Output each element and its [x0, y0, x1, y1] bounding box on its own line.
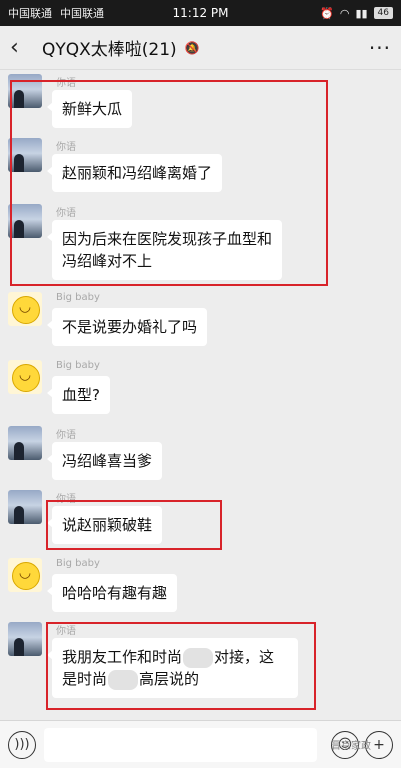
back-arrow-icon[interactable]: ‹ — [10, 35, 34, 60]
highlight-box — [46, 622, 316, 710]
message-bubble[interactable]: 哈哈哈有趣有趣 — [46, 574, 178, 612]
watermark: 晋京家政 — [331, 741, 371, 752]
clock: 11:12 PM — [172, 6, 229, 20]
chat-title: QYQX太棒啦(21) — [42, 40, 177, 60]
chat-header: ‹ QYQX太棒啦(21) 🔕 ··· — [0, 26, 401, 70]
avatar[interactable]: ◡ — [8, 292, 42, 326]
message-text: 冯绍峰喜当爹 — [62, 452, 153, 470]
voice-icon[interactable]: ))) — [8, 730, 36, 759]
more-icon[interactable]: ··· — [369, 36, 391, 60]
highlight-box — [10, 80, 328, 286]
mute-icon: 🔕 — [184, 40, 200, 55]
avatar[interactable] — [8, 622, 42, 656]
smile-icon: ◡ — [18, 299, 32, 315]
avatar[interactable] — [8, 490, 42, 524]
sender-name: Big baby — [56, 360, 100, 371]
sender-name: 你语 — [56, 430, 76, 441]
message-input[interactable] — [44, 727, 317, 762]
sender-name: Big baby — [56, 292, 100, 303]
sender-name: Big baby — [56, 558, 100, 569]
message-list[interactable]: 你语 新鲜大瓜 你语 赵丽颖和冯绍峰离婚了 你语 因为后来在医院发现孩子血型和 … — [0, 70, 401, 720]
status-bar: 中国联通 中国联通 11:12 PM ⏰ ◠ ▮▮ 46 — [0, 0, 401, 26]
message-text: 血型? — [62, 386, 100, 404]
message-text: 不是说要办婚礼了吗 — [62, 318, 198, 336]
avatar[interactable] — [8, 426, 42, 460]
highlight-box — [46, 500, 222, 550]
smile-icon: ◡ — [18, 367, 32, 383]
message-bubble[interactable]: 血型? — [47, 376, 110, 414]
avatar[interactable]: ◡ — [8, 558, 42, 592]
avatar[interactable]: ◡ — [8, 360, 42, 394]
message-bubble[interactable]: 冯绍峰喜当爹 — [46, 442, 163, 480]
smile-icon: ◡ — [18, 565, 32, 581]
message-text: 哈哈哈有趣有趣 — [62, 584, 168, 602]
message-bubble[interactable]: 不是说要办婚礼了吗 — [46, 308, 208, 346]
